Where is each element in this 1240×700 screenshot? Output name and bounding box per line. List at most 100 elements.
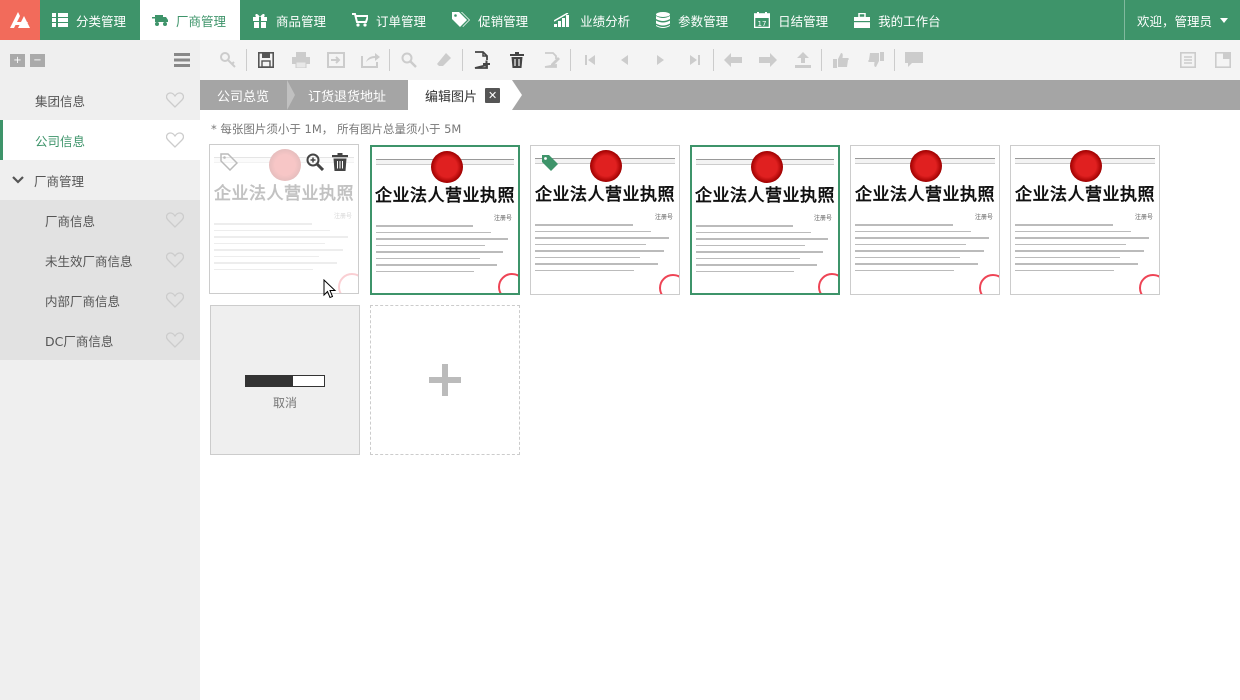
tab-label: 公司总览 <box>217 89 270 105</box>
signal-icon <box>554 13 570 27</box>
license-image-thumbnail[interactable]: 企业法人营业执照 注册号 <box>370 145 520 295</box>
sidebar-item-vendor-info[interactable]: 厂商信息 <box>0 200 200 240</box>
toolbar-divider <box>462 49 463 71</box>
tab-order-return-address[interactable]: 订货退货地址 <box>291 80 408 110</box>
primary-tag-icon[interactable] <box>541 154 559 172</box>
national-emblem <box>269 149 301 181</box>
tab-edit-images[interactable]: 编辑图片 ✕ <box>408 80 523 110</box>
nav-item-promotion[interactable]: 促销管理 <box>440 0 542 40</box>
nav-item-daily-close[interactable]: 17 日结管理 <box>742 0 842 40</box>
list-view-button[interactable] <box>1170 40 1205 80</box>
sidebar-group-vendor-mgmt[interactable]: 厂商管理 <box>0 160 200 200</box>
trash-icon[interactable] <box>332 153 348 171</box>
delete-button[interactable] <box>499 40 534 80</box>
new-file-icon <box>474 51 490 69</box>
upload-in-progress-tile: 取消 <box>210 305 360 455</box>
approve-button[interactable] <box>823 40 858 80</box>
search-key-icon <box>219 52 236 68</box>
heart-icon[interactable] <box>166 212 184 228</box>
clear-button[interactable] <box>426 40 461 80</box>
nav-item-category[interactable]: 分类管理 <box>40 0 140 40</box>
last-icon <box>689 55 700 65</box>
next-record-button[interactable] <box>642 40 677 80</box>
license-image-thumbnail[interactable]: 企业法人营业执照 注册号 <box>690 145 840 295</box>
heart-icon[interactable] <box>166 132 184 148</box>
sidebar: + − 集团信息 公司信息 厂商管理 厂商信息 未生效厂商信息 内部厂商信息 D… <box>0 40 200 700</box>
sidebar-item-label: 未生效厂商信息 <box>45 253 133 269</box>
back-button[interactable] <box>715 40 750 80</box>
license-image-thumbnail[interactable]: 企业法人营业执照 注册号 <box>530 145 680 295</box>
license-title: 企业法人营业执照 <box>375 186 515 206</box>
prev-record-button[interactable] <box>607 40 642 80</box>
tab-label: 编辑图片 <box>425 89 478 105</box>
print-icon <box>291 52 310 68</box>
sidebar-item-label: 内部厂商信息 <box>45 293 121 309</box>
window-icon <box>1214 52 1231 68</box>
plus-icon <box>429 364 461 396</box>
nav-label: 分类管理 <box>76 13 127 29</box>
heart-icon[interactable] <box>166 92 184 108</box>
first-record-button[interactable] <box>572 40 607 80</box>
heart-icon[interactable] <box>166 292 184 308</box>
national-emblem <box>590 150 622 182</box>
tab-company-overview[interactable]: 公司总览 <box>200 80 296 110</box>
print-button[interactable] <box>283 40 318 80</box>
license-image: 企业法人营业执照 注册号 <box>692 147 838 293</box>
expand-all-icon[interactable]: + <box>10 53 25 67</box>
sidebar-item-dc-vendor-info[interactable]: DC厂商信息 <box>0 320 200 360</box>
cancel-upload-button[interactable]: 取消 <box>211 394 359 411</box>
sidebar-item-inactive-vendor-info[interactable]: 未生效厂商信息 <box>0 240 200 280</box>
arrow-right-icon <box>758 53 777 67</box>
upload-button[interactable] <box>785 40 820 80</box>
national-emblem <box>431 151 463 183</box>
tab-bar: 公司总览 订货退货地址 编辑图片 ✕ <box>200 80 1240 110</box>
nav-item-vendor[interactable]: 厂商管理 <box>140 0 241 40</box>
search-key-button[interactable] <box>210 40 245 80</box>
edit-button[interactable] <box>534 40 569 80</box>
nav-item-performance[interactable]: 业绩分析 <box>542 0 644 40</box>
nav-item-product[interactable]: 商品管理 <box>240 0 340 40</box>
license-image-thumbnail[interactable]: 企业法人营业执照 注册号 <box>850 145 1000 295</box>
nav-item-order[interactable]: 订单管理 <box>340 0 440 40</box>
last-record-button[interactable] <box>677 40 712 80</box>
hamburger-menu-icon[interactable] <box>174 53 190 67</box>
forward-button[interactable] <box>750 40 785 80</box>
app-logo[interactable] <box>0 0 40 40</box>
close-icon[interactable]: ✕ <box>485 87 501 103</box>
heart-icon[interactable] <box>166 252 184 268</box>
nav-item-workbench[interactable]: 我的工作台 <box>842 0 955 40</box>
nav-label: 订单管理 <box>376 13 427 29</box>
nav-item-params[interactable]: 参数管理 <box>644 0 742 40</box>
import-button[interactable] <box>318 40 353 80</box>
license-image-thumbnail[interactable]: 企业法人营业执照 注册号 <box>209 144 359 294</box>
zoom-in-icon[interactable] <box>306 153 324 171</box>
search-button[interactable] <box>391 40 426 80</box>
sidebar-item-group-info[interactable]: 集团信息 <box>0 80 200 120</box>
reject-button[interactable] <box>858 40 893 80</box>
window-button[interactable] <box>1205 40 1240 80</box>
save-button[interactable] <box>248 40 283 80</box>
next-icon <box>656 55 664 65</box>
arrow-left-icon <box>723 53 742 67</box>
sidebar-item-company-info[interactable]: 公司信息 <box>0 120 200 160</box>
tag-icon[interactable] <box>220 153 238 171</box>
sidebar-item-label: 集团信息 <box>35 93 86 109</box>
heart-icon[interactable] <box>166 332 184 348</box>
user-menu[interactable]: 欢迎，管理员 <box>1123 0 1240 40</box>
sidebar-item-internal-vendor-info[interactable]: 内部厂商信息 <box>0 280 200 320</box>
svg-text:17: 17 <box>758 20 767 28</box>
nav-label: 业绩分析 <box>580 13 631 29</box>
license-reg-label: 注册号 <box>974 214 993 221</box>
upload-size-note: * 每张图片须小于 1M， 所有图片总量须小于 5M <box>211 122 462 136</box>
truck-icon <box>152 15 169 26</box>
comment-button[interactable] <box>896 40 931 80</box>
new-file-button[interactable] <box>464 40 499 80</box>
toolbar-divider <box>246 49 247 71</box>
collapse-all-icon[interactable]: − <box>30 53 45 67</box>
official-seal <box>979 274 999 294</box>
license-image-thumbnail[interactable]: 企业法人营业执照 注册号 <box>1010 145 1160 295</box>
edit-icon <box>544 52 560 68</box>
add-image-button[interactable] <box>370 305 520 455</box>
export-button[interactable] <box>353 40 388 80</box>
official-seal <box>1139 274 1159 294</box>
